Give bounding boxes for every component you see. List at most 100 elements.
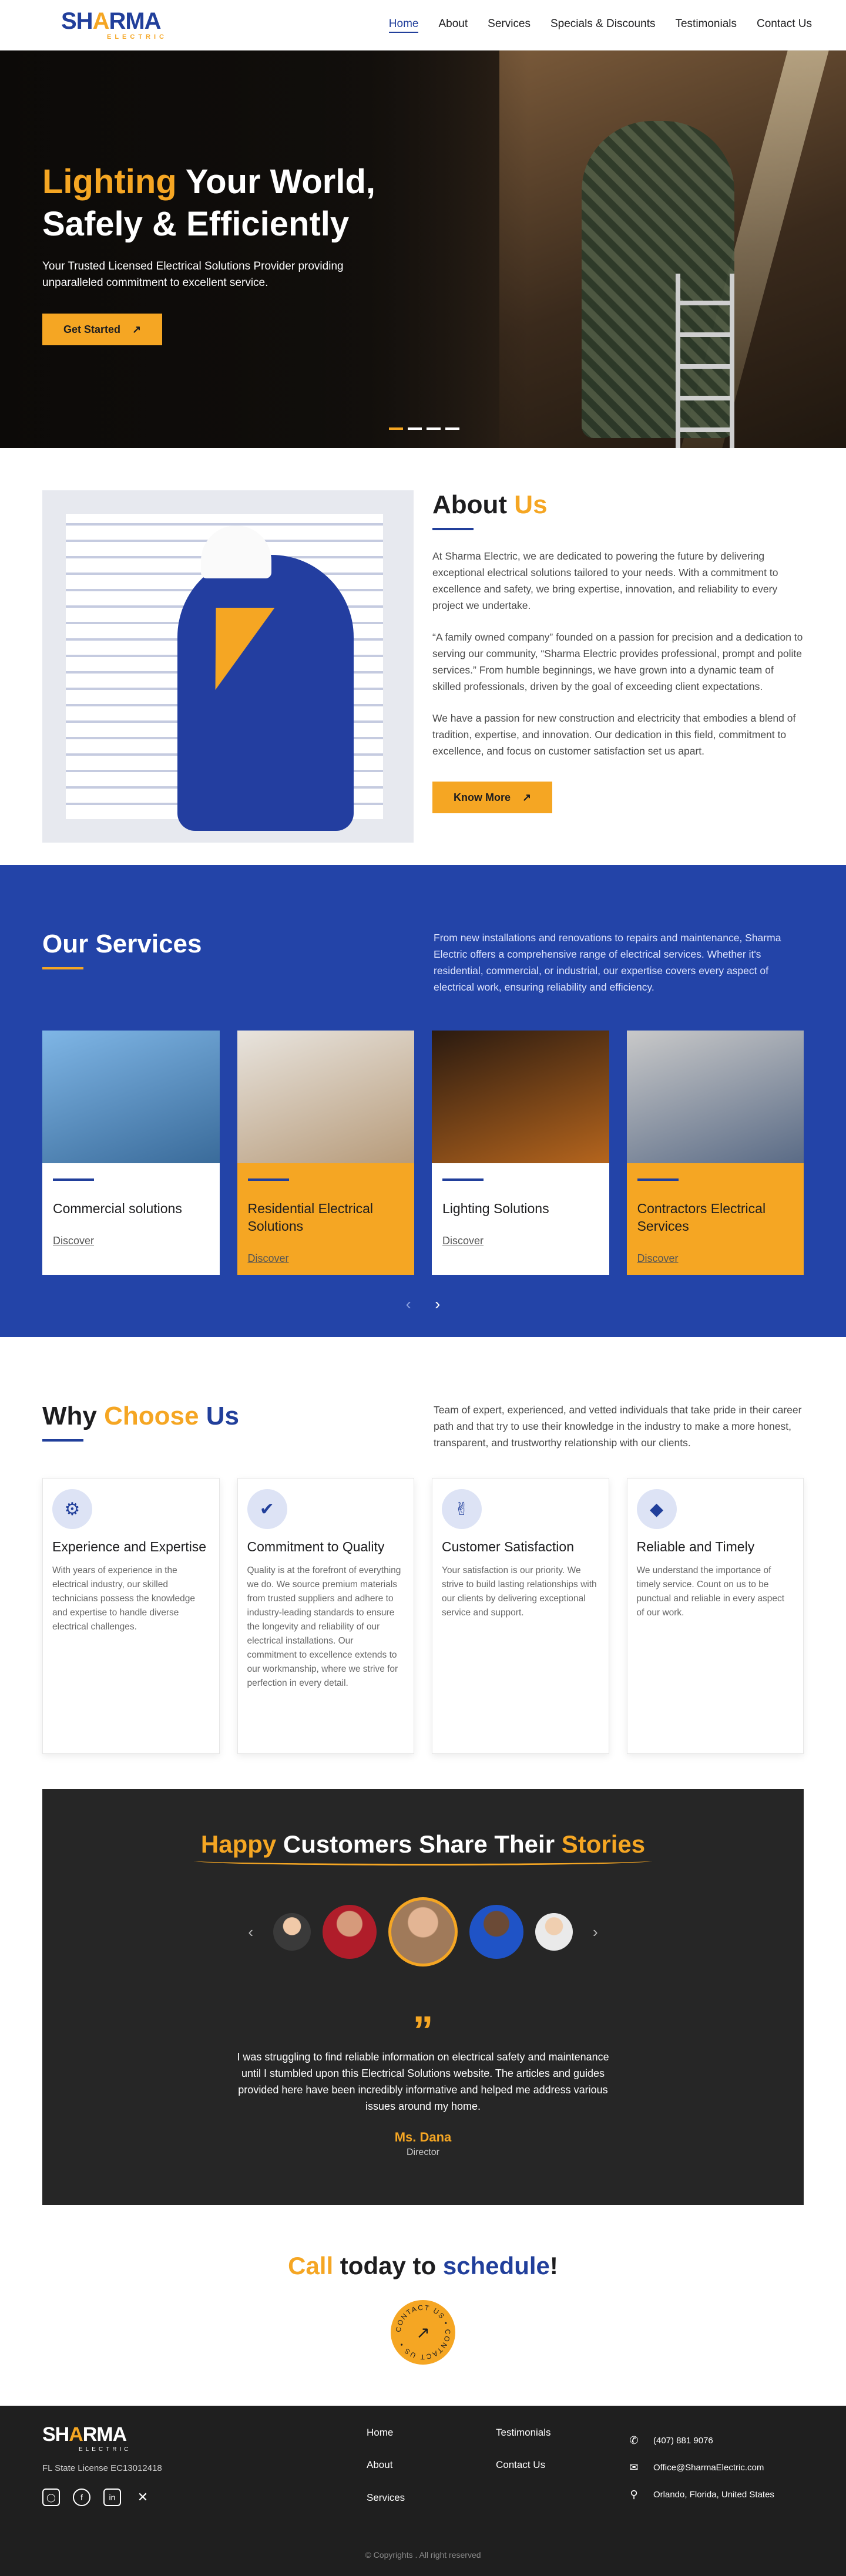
footer-logo-tagline: ELECTRIC [79, 2446, 132, 2453]
call-to-action-section: Call today to schedule! CONTACT US • CON… [0, 2205, 846, 2406]
cta-title-part3: schedule [442, 2252, 550, 2279]
services-title-underline [42, 967, 83, 969]
about-electrician-image [42, 490, 414, 843]
hero-content: Lighting Your World, Safely & Efficientl… [42, 161, 418, 345]
footer-copyright: © Copyrights . All right reserved [365, 2550, 481, 2560]
testimonial-avatars: ‹ › [42, 1897, 804, 1966]
services-cards: Commercial solutions Discover Residential … [42, 1031, 804, 1275]
nav-contact[interactable]: Contact Us [757, 18, 812, 33]
slider-dot-4[interactable] [445, 427, 459, 430]
hero-title-accent: Lighting [42, 163, 177, 201]
about-paragraph-1: At Sharma Electric, we are dedicated to … [432, 550, 778, 611]
know-more-button[interactable]: Know More ↗ [432, 782, 553, 813]
logo-bolt: A [92, 8, 110, 34]
nav-testimonials[interactable]: Testimonials [675, 18, 737, 33]
service-card-accent-line [247, 1178, 289, 1181]
testimonials-title: Happy Customers Share Their Stories [42, 1830, 804, 1858]
main-nav: Home About Services Specials & Discounts… [388, 18, 812, 33]
why-title-underline [42, 1439, 83, 1442]
footer-link-about[interactable]: About [367, 2459, 496, 2475]
service-card-body: Residential Electrical Solutions Discover [237, 1163, 415, 1275]
about-paragraph-3: We have a passion for new construction a… [432, 712, 796, 757]
nav-specials[interactable]: Specials & Discounts [550, 18, 655, 33]
avatar[interactable] [469, 1905, 523, 1959]
get-started-label: Get Started [63, 323, 121, 335]
footer-link-services[interactable]: Services [367, 2492, 496, 2508]
chevron-right-icon[interactable]: › [593, 1923, 598, 1941]
brand-logo[interactable]: SHARMA ELECTRIC [61, 9, 167, 41]
testimonials-title-part1: Happy [200, 1830, 277, 1858]
footer-link-home[interactable]: Home [367, 2427, 496, 2443]
avatar[interactable] [273, 1913, 311, 1951]
footer-contact: ✆ (407) 881 9076 ✉ Office@SharmaElectric… [627, 2427, 774, 2508]
chevron-right-icon[interactable]: › [435, 1295, 440, 1314]
avatar[interactable] [323, 1905, 377, 1959]
footer-links: Home Testimonials About Contact Us Servi… [367, 2427, 627, 2508]
discover-link[interactable]: Discover [637, 1252, 794, 1265]
footer-email-text: Office@SharmaElectric.com [653, 2462, 764, 2473]
service-card-accent-line [53, 1178, 94, 1181]
discover-link[interactable]: Discover [248, 1252, 404, 1265]
arrow-up-right-icon: ↗ [522, 791, 532, 803]
footer-phone[interactable]: ✆ (407) 881 9076 [627, 2427, 774, 2454]
slider-dot-1[interactable] [389, 427, 403, 430]
footer-email[interactable]: ✉ Office@SharmaElectric.com [627, 2454, 774, 2481]
top-navbar: SHARMA ELECTRIC Home About Services Spec… [0, 0, 846, 50]
testimonial-quote: I was struggling to find reliable inform… [237, 2051, 609, 2112]
testimonial-author: Ms. Dana [394, 2130, 452, 2144]
service-card-title: Lighting Solutions [442, 1201, 549, 1216]
why-title-block: Why Choose Us [42, 1402, 239, 1451]
discover-link[interactable]: Discover [53, 1235, 209, 1247]
chevron-left-icon[interactable]: ‹ [248, 1923, 253, 1941]
cta-title: Call today to schedule! [0, 2252, 846, 2280]
about-content: About Us At Sharma Electric, we are dedi… [432, 490, 804, 843]
testimonial-role: Director [406, 2147, 439, 2157]
service-card[interactable]: Contractors Electrical Services Discover [626, 1031, 804, 1275]
footer-license: FL State License EC13012418 [42, 2463, 162, 2473]
instagram-icon[interactable]: ◯ [42, 2489, 60, 2506]
service-card[interactable]: Commercial solutions Discover [42, 1031, 220, 1275]
why-card-title: Experience and Expertise [52, 1539, 207, 1554]
service-card-title: Contractors Electrical Services [637, 1201, 766, 1234]
service-card[interactable]: Lighting Solutions Discover [432, 1031, 609, 1275]
slider-dot-3[interactable] [427, 427, 441, 430]
why-cards: ⚙ Experience and Expertise With years of e… [42, 1478, 804, 1754]
avatar[interactable] [535, 1913, 573, 1951]
service-card-accent-line [442, 1178, 484, 1181]
service-card-title: Commercial solutions [53, 1201, 182, 1216]
avatar-active[interactable] [388, 1897, 458, 1966]
service-card[interactable]: Residential Electrical Solutions Discover [237, 1031, 415, 1275]
check-badge-icon: ✔ [247, 1489, 287, 1529]
arrow-up-right-icon: ↗ [132, 323, 142, 335]
footer-logo[interactable]: SHARMA [42, 2423, 367, 2446]
footer-link-contact[interactable]: Contact Us [496, 2459, 627, 2475]
nav-home[interactable]: Home [388, 18, 419, 33]
nav-services[interactable]: Services [488, 18, 531, 33]
services-title: Our Services [42, 930, 202, 959]
facebook-icon[interactable]: f [73, 2489, 90, 2506]
footer-link-testimonials[interactable]: Testimonials [496, 2427, 627, 2443]
about-title-part1: About [432, 490, 515, 519]
x-icon[interactable]: ✕ [134, 2489, 152, 2506]
why-card-title: Reliable and Timely [636, 1539, 755, 1554]
slider-dot-2[interactable] [408, 427, 422, 430]
linkedin-icon[interactable]: in [103, 2489, 121, 2506]
service-card-body: Commercial solutions Discover [42, 1163, 220, 1275]
testimonials-section: Happy Customers Share Their Stories ‹ › … [42, 1789, 804, 2205]
footer-address: ⚲ Orlando, Florida, United States [627, 2481, 774, 2508]
service-card-image [237, 1031, 414, 1163]
why-choose-us-section: Why Choose Us Team of expert, experience… [0, 1337, 846, 1789]
get-started-button[interactable]: Get Started ↗ [42, 314, 163, 345]
why-title-part3: Us [199, 1402, 239, 1430]
footer-address-text: Orlando, Florida, United States [653, 2489, 774, 2500]
about-worker-figure [177, 555, 354, 831]
site-footer: SHARMA ELECTRIC FL State License EC13012… [0, 2406, 846, 2576]
footer-inner: SHARMA ELECTRIC FL State License EC13012… [0, 2423, 846, 2508]
contact-us-badge-button[interactable]: CONTACT US • CONTACT US • ↗ [391, 2300, 455, 2365]
services-carousel-controls: ‹ › [42, 1295, 804, 1314]
why-card: ✌ Customer Satisfaction Your satisfaction … [432, 1478, 609, 1754]
why-title: Why Choose Us [42, 1402, 239, 1431]
discover-link[interactable]: Discover [442, 1235, 599, 1247]
nav-about[interactable]: About [438, 18, 468, 33]
chevron-left-icon[interactable]: ‹ [406, 1295, 411, 1314]
